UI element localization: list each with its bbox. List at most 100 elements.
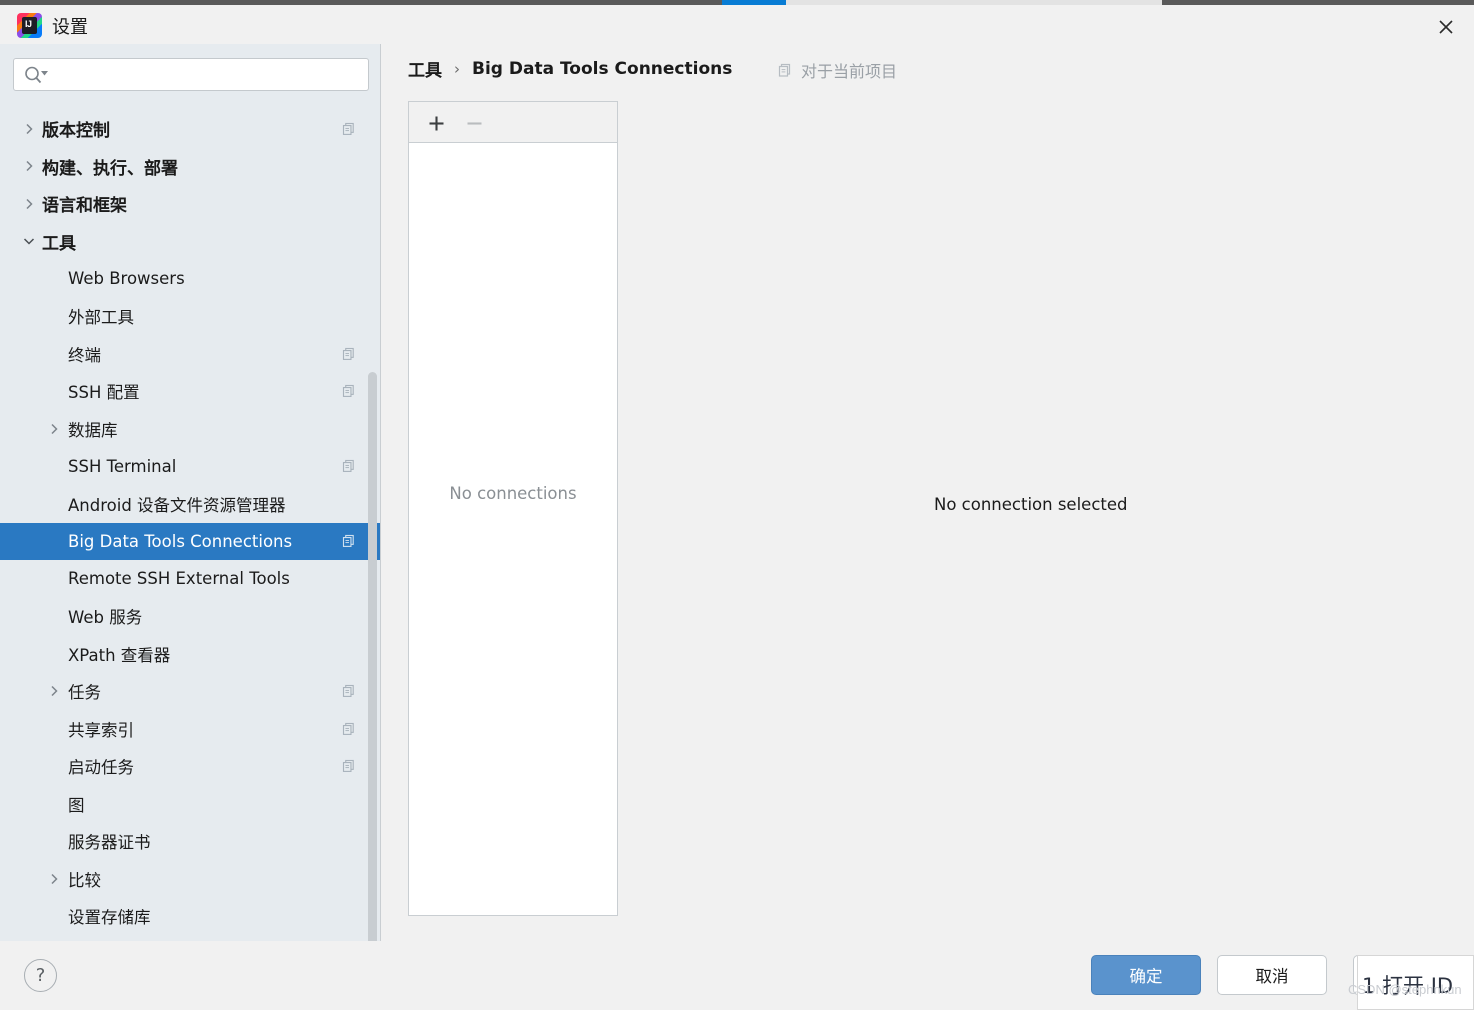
copy-icon <box>342 460 354 473</box>
copy-icon <box>342 685 354 698</box>
sidebar-item-label: 语言和框架 <box>42 196 127 217</box>
sidebar-item-label: XPath 查看器 <box>68 645 171 665</box>
copy-icon <box>342 385 354 398</box>
sidebar-item-label: 工具 <box>42 233 76 254</box>
sidebar-item-15[interactable]: 任务 <box>0 673 380 711</box>
sidebar-item-label: 图 <box>68 795 85 815</box>
chevron-right-toggle[interactable] <box>47 872 61 886</box>
sidebar-item-label: Web 服务 <box>68 608 143 628</box>
sidebar-item-label: 外部工具 <box>68 308 134 328</box>
sidebar-item-4[interactable]: Web Browsers <box>0 260 380 298</box>
breadcrumb-separator-icon: › <box>454 59 460 78</box>
intellij-idea-icon: IJ <box>17 13 42 38</box>
sidebar-item-21[interactable]: 设置存储库 <box>0 898 380 936</box>
plus-icon <box>429 116 443 130</box>
copy-icon <box>342 347 354 360</box>
chevron-right-icon <box>51 423 58 434</box>
sidebar-item-label: SSH 配置 <box>68 383 140 403</box>
sidebar-item-label: 任务 <box>68 683 101 703</box>
window-title: 设置 <box>52 17 88 38</box>
sidebar-item-16[interactable]: 共享索引 <box>0 710 380 748</box>
title-bar: IJ 设置 <box>0 5 1474 44</box>
ok-button[interactable]: 确定 <box>1091 955 1201 995</box>
sidebar-item-0[interactable]: 版本控制 <box>0 110 380 148</box>
sidebar-item-label: 共享索引 <box>68 720 134 740</box>
connections-panel: No connections <box>408 101 618 916</box>
sidebar-item-20[interactable]: 比较 <box>0 860 380 898</box>
chevron-right-icon <box>51 686 58 697</box>
sidebar-item-6[interactable]: 终端 <box>0 335 380 373</box>
sidebar-item-label: Remote SSH External Tools <box>68 569 290 589</box>
chevron-right-toggle[interactable] <box>22 122 36 136</box>
chevron-right-icon <box>26 198 33 209</box>
settings-tree: 版本控制构建、执行、部署语言和框架工具 Web Browsers 外部工具终端 SSH… <box>0 110 380 941</box>
sidebar-item-9[interactable]: SSH Terminal <box>0 448 380 486</box>
overlay-popup-text: 1 打开 ID <box>1362 974 1454 998</box>
close-button[interactable] <box>1418 5 1474 49</box>
chevron-right-toggle[interactable] <box>47 422 61 436</box>
sidebar-item-label: 设置存储库 <box>68 908 151 928</box>
sidebar-item-7[interactable]: SSH 配置 <box>0 373 380 411</box>
settings-content: 工具 › Big Data Tools Connections 对于当前项目 N… <box>382 44 1474 941</box>
sidebar-item-label: SSH Terminal <box>68 456 177 476</box>
sidebar-item-label: 启动任务 <box>68 758 134 778</box>
breadcrumb: 工具 › Big Data Tools Connections <box>408 56 733 82</box>
cancel-button[interactable]: 取消 <box>1217 955 1327 995</box>
sidebar-item-label: 数据库 <box>68 420 118 440</box>
chevron-right-icon <box>26 123 33 134</box>
copy-icon <box>342 535 354 548</box>
sidebar-item-13[interactable]: Web 服务 <box>0 598 380 636</box>
sidebar-item-11[interactable]: Big Data Tools Connections <box>0 522 380 560</box>
sidebar-item-17[interactable]: 启动任务 <box>0 748 380 786</box>
dialog-footer: ? 确定 取消 <box>0 941 1474 1010</box>
sidebar-item-19[interactable]: 服务器证书 <box>0 823 380 861</box>
sidebar-item-18[interactable]: 图 <box>0 785 380 823</box>
search-icon <box>25 66 48 84</box>
remove-connection-button[interactable] <box>461 110 487 136</box>
sidebar-item-5[interactable]: 外部工具 <box>0 298 380 336</box>
sidebar-item-14[interactable]: XPath 查看器 <box>0 635 380 673</box>
sidebar-item-3[interactable]: 工具 <box>0 223 380 261</box>
sidebar-item-10[interactable]: Android 设备文件资源管理器 <box>0 485 380 523</box>
sidebar-item-label: 版本控制 <box>42 121 110 142</box>
add-connection-button[interactable] <box>423 110 449 136</box>
chevron-right-toggle[interactable] <box>22 197 36 211</box>
sidebar-item-2[interactable]: 语言和框架 <box>0 185 380 223</box>
project-scope-label: 对于当前项目 <box>801 62 898 81</box>
copy-icon <box>342 760 354 773</box>
help-button[interactable]: ? <box>24 959 57 992</box>
sidebar-item-label: Android 设备文件资源管理器 <box>68 495 286 515</box>
overlay-popup: 1 打开 ID <box>1357 955 1474 1010</box>
breadcrumb-parent[interactable]: 工具 <box>408 56 442 81</box>
copy-icon <box>342 722 354 735</box>
chevron-right-toggle[interactable] <box>47 684 61 698</box>
sidebar-item-label: 服务器证书 <box>68 833 151 853</box>
sidebar-scrollbar-thumb[interactable] <box>368 372 377 941</box>
minus-icon <box>467 121 481 125</box>
sidebar-item-8[interactable]: 数据库 <box>0 410 380 448</box>
connections-empty-message: No connections <box>449 483 577 503</box>
chevron-down-icon <box>23 238 35 245</box>
chevron-right-icon <box>26 161 33 172</box>
project-scope-indicator: 对于当前项目 <box>778 58 897 82</box>
sidebar-item-label: 终端 <box>68 345 101 365</box>
connection-detail-empty-message: No connection selected <box>934 495 1128 514</box>
settings-dialog: IJ 设置 版本控制 构建、执行、部署 语言和框架 工具 Web Browsers 外部工… <box>0 0 1474 1010</box>
breadcrumb-current: Big Data Tools Connections <box>472 58 733 79</box>
search-input[interactable] <box>54 59 364 90</box>
sidebar-item-1[interactable]: 构建、执行、部署 <box>0 148 380 186</box>
sidebar-scrollbar-track[interactable] <box>368 208 379 941</box>
connections-toolbar <box>409 102 617 143</box>
sidebar-item-label: 比较 <box>68 870 101 890</box>
copy-icon <box>778 63 791 77</box>
connections-list[interactable]: No connections <box>409 143 617 915</box>
chevron-right-icon <box>51 873 58 884</box>
chevron-right-toggle[interactable] <box>22 159 36 173</box>
close-icon <box>1439 20 1453 34</box>
chevron-down-toggle[interactable] <box>22 234 36 248</box>
search-box[interactable] <box>13 58 369 91</box>
copy-icon <box>342 122 354 135</box>
sidebar-item-12[interactable]: Remote SSH External Tools <box>0 560 380 598</box>
settings-sidebar: 版本控制构建、执行、部署语言和框架工具 Web Browsers 外部工具终端 SSH… <box>0 44 381 941</box>
sidebar-item-label: Big Data Tools Connections <box>68 531 293 551</box>
